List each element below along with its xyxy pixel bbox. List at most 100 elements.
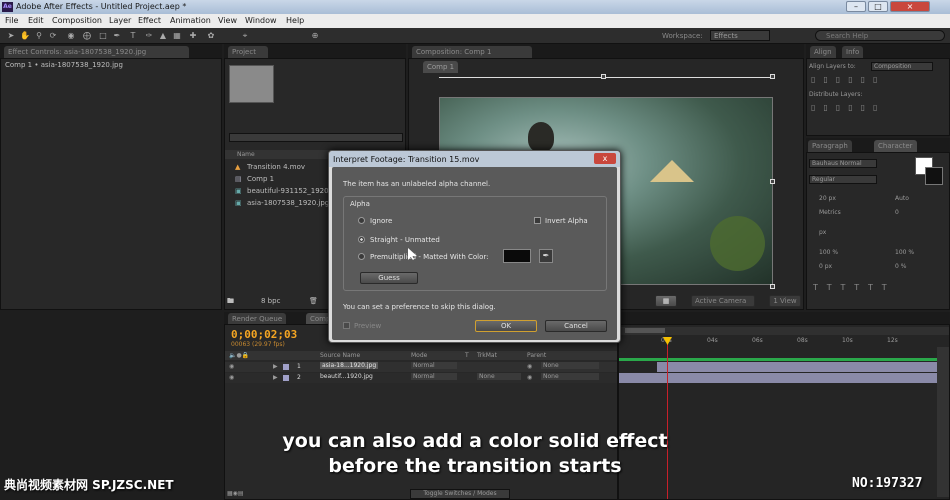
pan-behind-tool-icon[interactable]: ⨁ bbox=[82, 31, 92, 41]
work-area-range[interactable] bbox=[625, 328, 665, 333]
layer-name[interactable]: beautif...1920.jpg bbox=[320, 373, 373, 380]
straight-label[interactable]: Straight - Unmatted bbox=[370, 236, 440, 244]
layer-name[interactable]: asia-18...1920.jpg bbox=[320, 362, 379, 369]
blend-mode-select[interactable]: Normal bbox=[411, 362, 457, 369]
font-family-select[interactable]: Bauhaus Normal bbox=[809, 159, 877, 168]
type-tool-icon[interactable]: T bbox=[128, 31, 138, 41]
table-row[interactable]: ◉ ▶ 2 beautif...1920.jpg Normal None ◉ N… bbox=[225, 373, 617, 383]
menu-composition[interactable]: Composition bbox=[52, 16, 102, 25]
axis-tool-icon[interactable]: ⌖ bbox=[240, 31, 250, 41]
views-select[interactable]: 1 View bbox=[769, 295, 801, 307]
menu-effect[interactable]: Effect bbox=[138, 16, 161, 25]
maximize-button[interactable]: □ bbox=[868, 1, 888, 12]
align-target-select[interactable]: Composition bbox=[871, 62, 933, 71]
tab-composition[interactable]: Composition: Comp 1 bbox=[412, 46, 532, 58]
timeline-footer-icons[interactable]: ▦◉▤ bbox=[227, 490, 244, 497]
trash-icon[interactable]: 🗑 bbox=[309, 297, 318, 305]
project-item[interactable]: Transition 4.mov bbox=[247, 163, 305, 171]
roto-brush-tool-icon[interactable]: ✚ bbox=[188, 31, 198, 41]
toggle-switches-modes-button[interactable]: Toggle Switches / Modes bbox=[410, 489, 510, 499]
work-area-bar[interactable] bbox=[619, 327, 949, 335]
visibility-eye-icon[interactable]: ◉ bbox=[229, 363, 234, 370]
parent-pickwhip-icon[interactable]: ◉ bbox=[527, 363, 532, 370]
label-color-swatch[interactable] bbox=[283, 375, 289, 381]
rotate-tool-icon[interactable]: ⟳ bbox=[48, 31, 58, 41]
distribute-buttons-icon[interactable]: ▯▯▯▯▯▯ bbox=[811, 103, 941, 115]
camera-select[interactable]: Active Camera bbox=[691, 295, 755, 307]
snap-icon[interactable]: ⊕ bbox=[310, 31, 320, 41]
current-timecode[interactable]: 0;00;02;03 bbox=[231, 328, 297, 341]
project-item[interactable]: asia-1807538_1920.jpg bbox=[247, 199, 329, 207]
comp-subtab[interactable]: Comp 1 bbox=[423, 61, 459, 73]
stroke-color-swatch[interactable] bbox=[925, 167, 943, 185]
menu-file[interactable]: File bbox=[5, 16, 18, 25]
horizontal-scale-value[interactable]: 100 % bbox=[895, 249, 914, 256]
expand-triangle-icon[interactable]: ▶ bbox=[273, 374, 278, 381]
folder-icon[interactable]: 🖿 bbox=[227, 297, 234, 308]
hand-tool-icon[interactable]: ✋ bbox=[20, 31, 30, 41]
ok-button[interactable]: OK bbox=[475, 320, 537, 332]
tab-info[interactable]: Info bbox=[842, 46, 864, 58]
visibility-eye-icon[interactable]: ◉ bbox=[229, 374, 234, 381]
tab-paragraph[interactable]: Paragraph bbox=[808, 140, 852, 152]
menu-layer[interactable]: Layer bbox=[109, 16, 131, 25]
baseline-shift-value[interactable]: 0 px bbox=[819, 263, 832, 270]
font-size-value[interactable]: 20 px bbox=[819, 195, 836, 202]
parent-select[interactable]: None bbox=[541, 362, 599, 369]
tsume-value[interactable]: 0 % bbox=[895, 263, 906, 270]
transform-handle[interactable] bbox=[770, 179, 775, 184]
stamp-tool-icon[interactable]: ▲ bbox=[158, 31, 168, 41]
premultiplied-label[interactable]: Premultiplied - Matted With Color: bbox=[370, 253, 489, 261]
invert-alpha-checkbox[interactable] bbox=[534, 217, 541, 224]
tab-effect-controls[interactable]: Effect Controls: asia-1807538_1920.jpg bbox=[4, 46, 189, 58]
selection-tool-icon[interactable]: ➤ bbox=[6, 31, 16, 41]
invert-alpha-label[interactable]: Invert Alpha bbox=[545, 217, 588, 225]
workspace-select[interactable]: Effects bbox=[710, 30, 770, 41]
menu-window[interactable]: Window bbox=[245, 16, 277, 25]
straight-radio[interactable] bbox=[358, 236, 365, 243]
expand-triangle-icon[interactable]: ▶ bbox=[273, 363, 278, 370]
preview-checkbox[interactable] bbox=[343, 322, 350, 329]
puppet-tool-icon[interactable]: ✿ bbox=[206, 31, 216, 41]
close-window-button[interactable]: × bbox=[890, 1, 930, 12]
menu-view[interactable]: View bbox=[218, 16, 237, 25]
parent-select[interactable]: None bbox=[541, 373, 599, 380]
bpc-label[interactable]: 8 bpc bbox=[261, 297, 280, 305]
transform-handle[interactable] bbox=[601, 74, 606, 79]
menu-help[interactable]: Help bbox=[286, 16, 304, 25]
label-color-swatch[interactable] bbox=[283, 364, 289, 370]
tab-character[interactable]: Character bbox=[874, 140, 917, 152]
menu-animation[interactable]: Animation bbox=[170, 16, 211, 25]
eraser-tool-icon[interactable]: ▦ bbox=[172, 31, 182, 41]
stroke-width-value[interactable]: px bbox=[819, 229, 826, 236]
trkmat-select[interactable]: None bbox=[477, 373, 521, 380]
font-style-select[interactable]: Regular bbox=[809, 175, 877, 184]
kerning-value[interactable]: Metrics bbox=[819, 209, 841, 216]
cancel-button[interactable]: Cancel bbox=[545, 320, 607, 332]
faux-style-buttons[interactable]: TTTTTT bbox=[813, 283, 943, 292]
dialog-close-button[interactable]: x bbox=[594, 153, 616, 164]
ignore-radio[interactable] bbox=[358, 217, 365, 224]
transform-handle[interactable] bbox=[770, 74, 775, 79]
transform-handle[interactable] bbox=[770, 284, 775, 289]
project-item[interactable]: Comp 1 bbox=[247, 175, 274, 183]
tracking-value[interactable]: 0 bbox=[895, 209, 899, 216]
vertical-scale-value[interactable]: 100 % bbox=[819, 249, 838, 256]
brush-tool-icon[interactable]: ✑ bbox=[144, 31, 154, 41]
matte-color-swatch[interactable] bbox=[503, 249, 531, 263]
tab-align[interactable]: Align bbox=[810, 46, 836, 58]
ignore-label[interactable]: Ignore bbox=[370, 217, 392, 225]
parent-pickwhip-icon[interactable]: ◉ bbox=[527, 374, 532, 381]
search-help-input[interactable]: Search Help bbox=[815, 30, 945, 41]
premultiplied-radio[interactable] bbox=[358, 253, 365, 260]
eyedropper-icon[interactable]: ✒ bbox=[539, 249, 553, 263]
align-buttons-icon[interactable]: ▯▯▯▯▯▯ bbox=[811, 75, 941, 87]
pen-tool-icon[interactable]: ✒ bbox=[112, 31, 122, 41]
grid-toggle-button[interactable]: ▦ bbox=[655, 295, 677, 307]
preview-label[interactable]: Preview bbox=[354, 322, 381, 330]
project-search-input[interactable] bbox=[229, 133, 403, 142]
camera-tool-icon[interactable]: ◉ bbox=[66, 31, 76, 41]
table-row[interactable]: ◉ ▶ 1 asia-18...1920.jpg Normal ◉ None bbox=[225, 362, 617, 372]
zoom-tool-icon[interactable]: ⚲ bbox=[34, 31, 44, 41]
leading-value[interactable]: Auto bbox=[895, 195, 909, 202]
